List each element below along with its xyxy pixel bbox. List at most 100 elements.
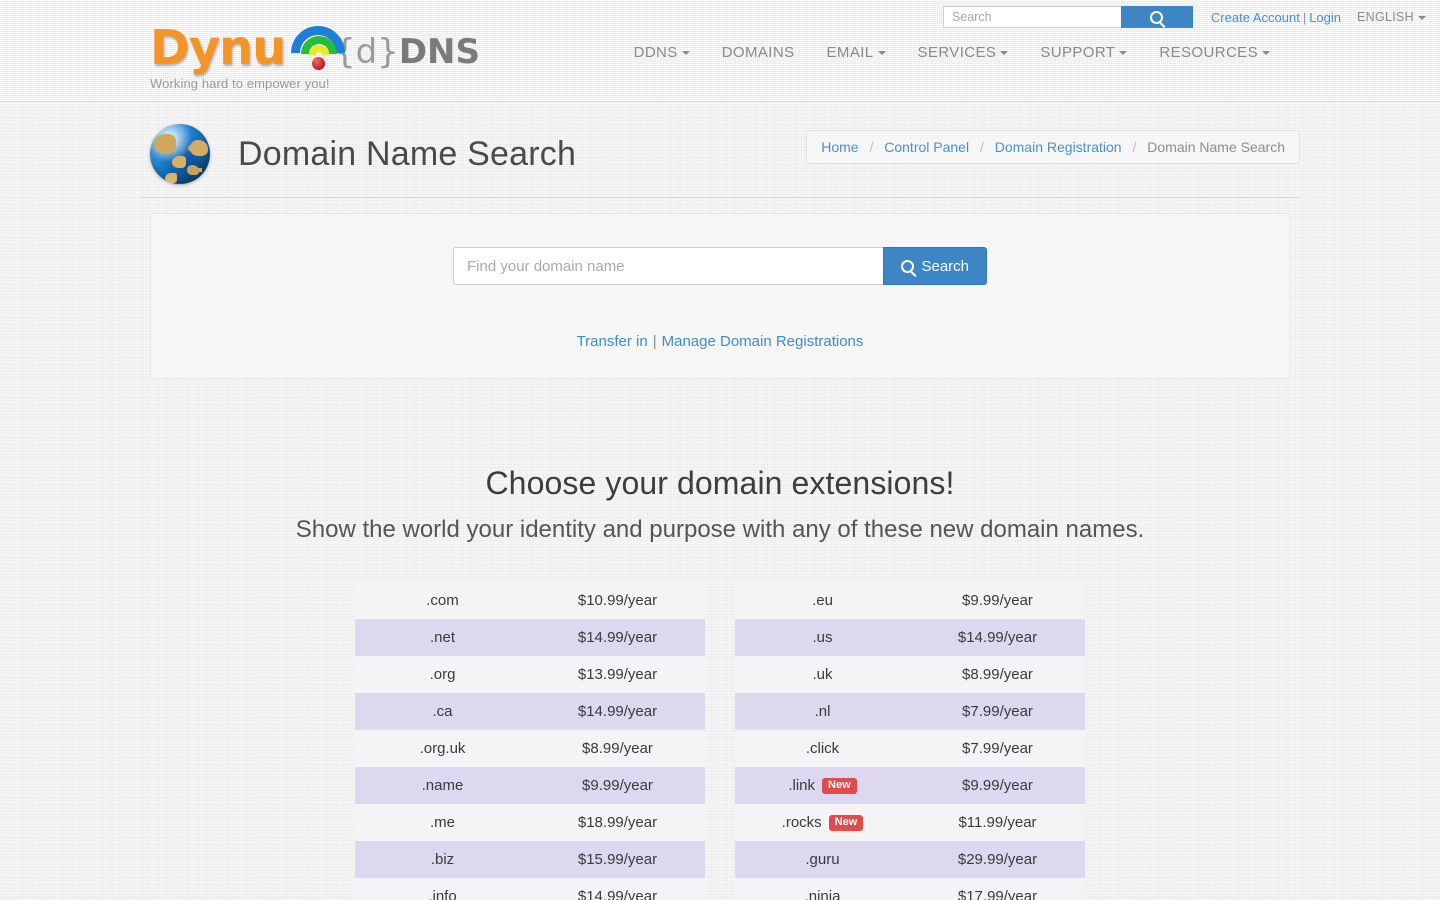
tld-cell: .eu [735, 582, 910, 619]
table-row[interactable]: .ca $14.99/year [355, 693, 705, 730]
transfer-in-link[interactable]: Transfer in [577, 333, 648, 350]
tld-cell: .net [355, 619, 530, 656]
price-cell: $9.99/year [910, 767, 1085, 804]
brand-logo[interactable]: Dynu {d}DNS Working hard to empower you! [150, 14, 480, 94]
table-row[interactable]: .name $9.99/year [355, 767, 705, 804]
nav-item-label: SUPPORT [1040, 44, 1116, 61]
nav-item-domains[interactable]: DOMAINS [722, 44, 795, 61]
table-row[interactable]: .rocks New $11.99/year [735, 804, 1085, 841]
price-cell: $29.99/year [910, 841, 1085, 878]
tld-cell: .click [735, 730, 910, 767]
price-cell: $10.99/year [530, 582, 705, 619]
page-header: Domain Name Search Home / Control Panel … [140, 102, 1300, 198]
domain-search-input[interactable] [453, 247, 884, 285]
tld-cell: .org [355, 656, 530, 693]
tld-label: .info [428, 888, 457, 900]
nav-item-ddns[interactable]: DDNS [634, 44, 690, 61]
tld-label: .rocks [781, 814, 822, 831]
breadcrumb-item-home[interactable]: Home [821, 139, 858, 155]
tld-label: .click [805, 740, 840, 757]
price-cell: $9.99/year [530, 767, 705, 804]
search-icon [901, 259, 915, 273]
header-search-input[interactable] [942, 6, 1121, 28]
price-cell: $18.99/year [530, 804, 705, 841]
tld-cell: .org.uk [355, 730, 530, 767]
tld-label: .link [788, 777, 816, 794]
login-link[interactable]: Login [1309, 10, 1341, 25]
price-cell: $8.99/year [910, 656, 1085, 693]
nav-item-resources[interactable]: RESOURCES [1159, 44, 1270, 61]
new-badge: New [828, 815, 864, 831]
chevron-down-icon [877, 51, 886, 56]
table-row[interactable]: .uk $8.99/year [735, 656, 1085, 693]
language-selector-label: ENGLISH [1357, 10, 1414, 24]
header-utility-bar: Create Account|Login ENGLISH [942, 5, 1440, 29]
table-row[interactable]: .org.uk $8.99/year [355, 730, 705, 767]
header-search-group [942, 6, 1193, 28]
breadcrumb-item-control-panel[interactable]: Control Panel [884, 139, 969, 155]
table-row[interactable]: .me $18.99/year [355, 804, 705, 841]
table-row[interactable]: .eu $9.99/year [735, 582, 1085, 619]
tld-label: .org.uk [419, 740, 466, 757]
price-cell: $17.99/year [910, 878, 1085, 900]
table-row[interactable]: .click $7.99/year [735, 730, 1085, 767]
brand-product-name: DNS [398, 32, 480, 72]
new-badge: New [822, 778, 857, 794]
wifi-signal-icon [280, 14, 357, 92]
domain-search-button[interactable]: Search [883, 247, 987, 285]
nav-item-email[interactable]: EMAIL [827, 44, 886, 61]
nav-item-label: RESOURCES [1159, 44, 1258, 61]
tld-label: .nl [814, 703, 831, 720]
breadcrumb-item-current: Domain Name Search [1147, 139, 1285, 155]
table-row[interactable]: .ninja $17.99/year [735, 878, 1085, 900]
create-account-link[interactable]: Create Account [1211, 10, 1300, 25]
extensions-subtitle: Show the world your identity and purpose… [295, 516, 1145, 543]
tld-cell: .name [355, 767, 530, 804]
price-table-right: .eu $9.99/year .us $14.99/year .uk $8.99/year… [735, 582, 1085, 900]
nav-item-services[interactable]: SERVICES [918, 44, 1009, 61]
table-row[interactable]: .biz $15.99/year [355, 841, 705, 878]
table-row[interactable]: .link New $9.99/year [735, 767, 1085, 804]
price-cell: $15.99/year [530, 841, 705, 878]
tld-label: .us [812, 629, 833, 646]
globe-icon [150, 124, 210, 184]
table-row[interactable]: .nl $7.99/year [735, 693, 1085, 730]
table-row[interactable]: .net $14.99/year [355, 619, 705, 656]
nav-item-label: EMAIL [826, 44, 874, 61]
breadcrumb: Home / Control Panel / Domain Registrati… [806, 130, 1300, 164]
chevron-down-icon [1418, 15, 1426, 20]
price-cell: $8.99/year [530, 730, 705, 767]
search-icon [1150, 10, 1164, 24]
page-title: Domain Name Search [238, 134, 577, 173]
tld-cell: .com [355, 582, 530, 619]
tld-cell: .rocks New [735, 804, 910, 841]
tld-label: .ninja [804, 888, 841, 900]
tld-label: .biz [430, 851, 455, 868]
language-selector[interactable]: ENGLISH [1357, 10, 1426, 24]
chevron-down-icon [1000, 51, 1009, 56]
tld-cell: .ca [355, 693, 530, 730]
tld-label: .me [429, 814, 455, 831]
table-row[interactable]: .us $14.99/year [735, 619, 1085, 656]
table-row[interactable]: .guru $29.99/year [735, 841, 1085, 878]
tld-cell: .guru [735, 841, 910, 878]
chevron-down-icon [1262, 51, 1270, 56]
header-search-button[interactable] [1120, 6, 1193, 28]
table-row[interactable]: .com $10.99/year [355, 582, 705, 619]
price-table-left: .com $10.99/year .net $14.99/year .org $13.99… [355, 582, 705, 900]
extensions-heading: Choose your domain extensions! Show the … [0, 465, 1440, 544]
site-header: Dynu {d}DNS Working hard to empower you!… [0, 0, 1440, 102]
tld-label: .ca [432, 703, 453, 720]
manage-domain-registrations-link[interactable]: Manage Domain Registrations [662, 333, 864, 350]
account-links: Create Account | Login [1211, 10, 1341, 25]
price-cell: $14.99/year [910, 619, 1085, 656]
breadcrumb-item-domain-registration[interactable]: Domain Registration [995, 139, 1122, 155]
price-cell: $14.99/year [530, 619, 705, 656]
tld-label: .name [421, 777, 464, 794]
nav-item-support[interactable]: SUPPORT [1040, 44, 1128, 61]
table-row[interactable]: .info $14.99/year [355, 878, 705, 900]
tld-cell: .me [355, 804, 530, 841]
tld-cell: .info [355, 878, 530, 900]
table-row[interactable]: .org $13.99/year [355, 656, 705, 693]
tld-label: .uk [812, 666, 833, 683]
